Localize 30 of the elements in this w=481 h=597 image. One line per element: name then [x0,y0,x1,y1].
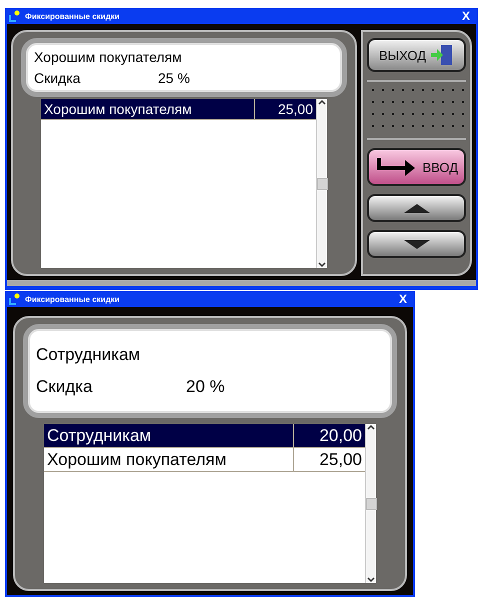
close-button[interactable]: X [458,9,474,23]
window-title: Фиксированные скидки [25,12,121,20]
scroll-thumb[interactable] [366,498,376,510]
door-exit-icon [430,44,454,66]
scrollbar[interactable] [316,99,327,268]
up-button[interactable] [367,194,466,222]
up-triangle-icon [404,204,430,212]
down-button[interactable] [367,230,466,258]
scroll-up-icon[interactable] [367,424,375,430]
discount-value: 25 % [158,70,190,86]
list-row[interactable]: Хорошим покупателям 25,00 [41,99,316,120]
discount-label: Скидка [34,70,82,86]
scroll-thumb[interactable] [316,178,328,190]
list-row[interactable]: Сотрудникам 20,00 [44,424,365,448]
scroll-down-icon[interactable] [318,262,326,268]
down-triangle-icon [404,240,430,248]
discount-value: 20 % [186,377,225,397]
app-icon [9,10,21,22]
exit-button[interactable]: ВЫХОД [367,38,466,72]
app-icon [9,293,21,305]
list-row[interactable]: Хорошим покупателям 25,00 [44,448,365,472]
enter-button[interactable]: ВВОД [367,148,466,186]
scroll-up-icon[interactable] [318,99,326,105]
close-button[interactable]: X [394,292,411,306]
window-title: Фиксированные скидки [25,294,121,304]
discount-name: Хорошим покупателям [34,49,182,65]
scroll-down-icon[interactable] [367,577,375,583]
discount-label: Скидка [36,377,94,397]
discount-name: Сотрудникам [36,345,140,364]
scrollbar[interactable] [365,424,376,583]
